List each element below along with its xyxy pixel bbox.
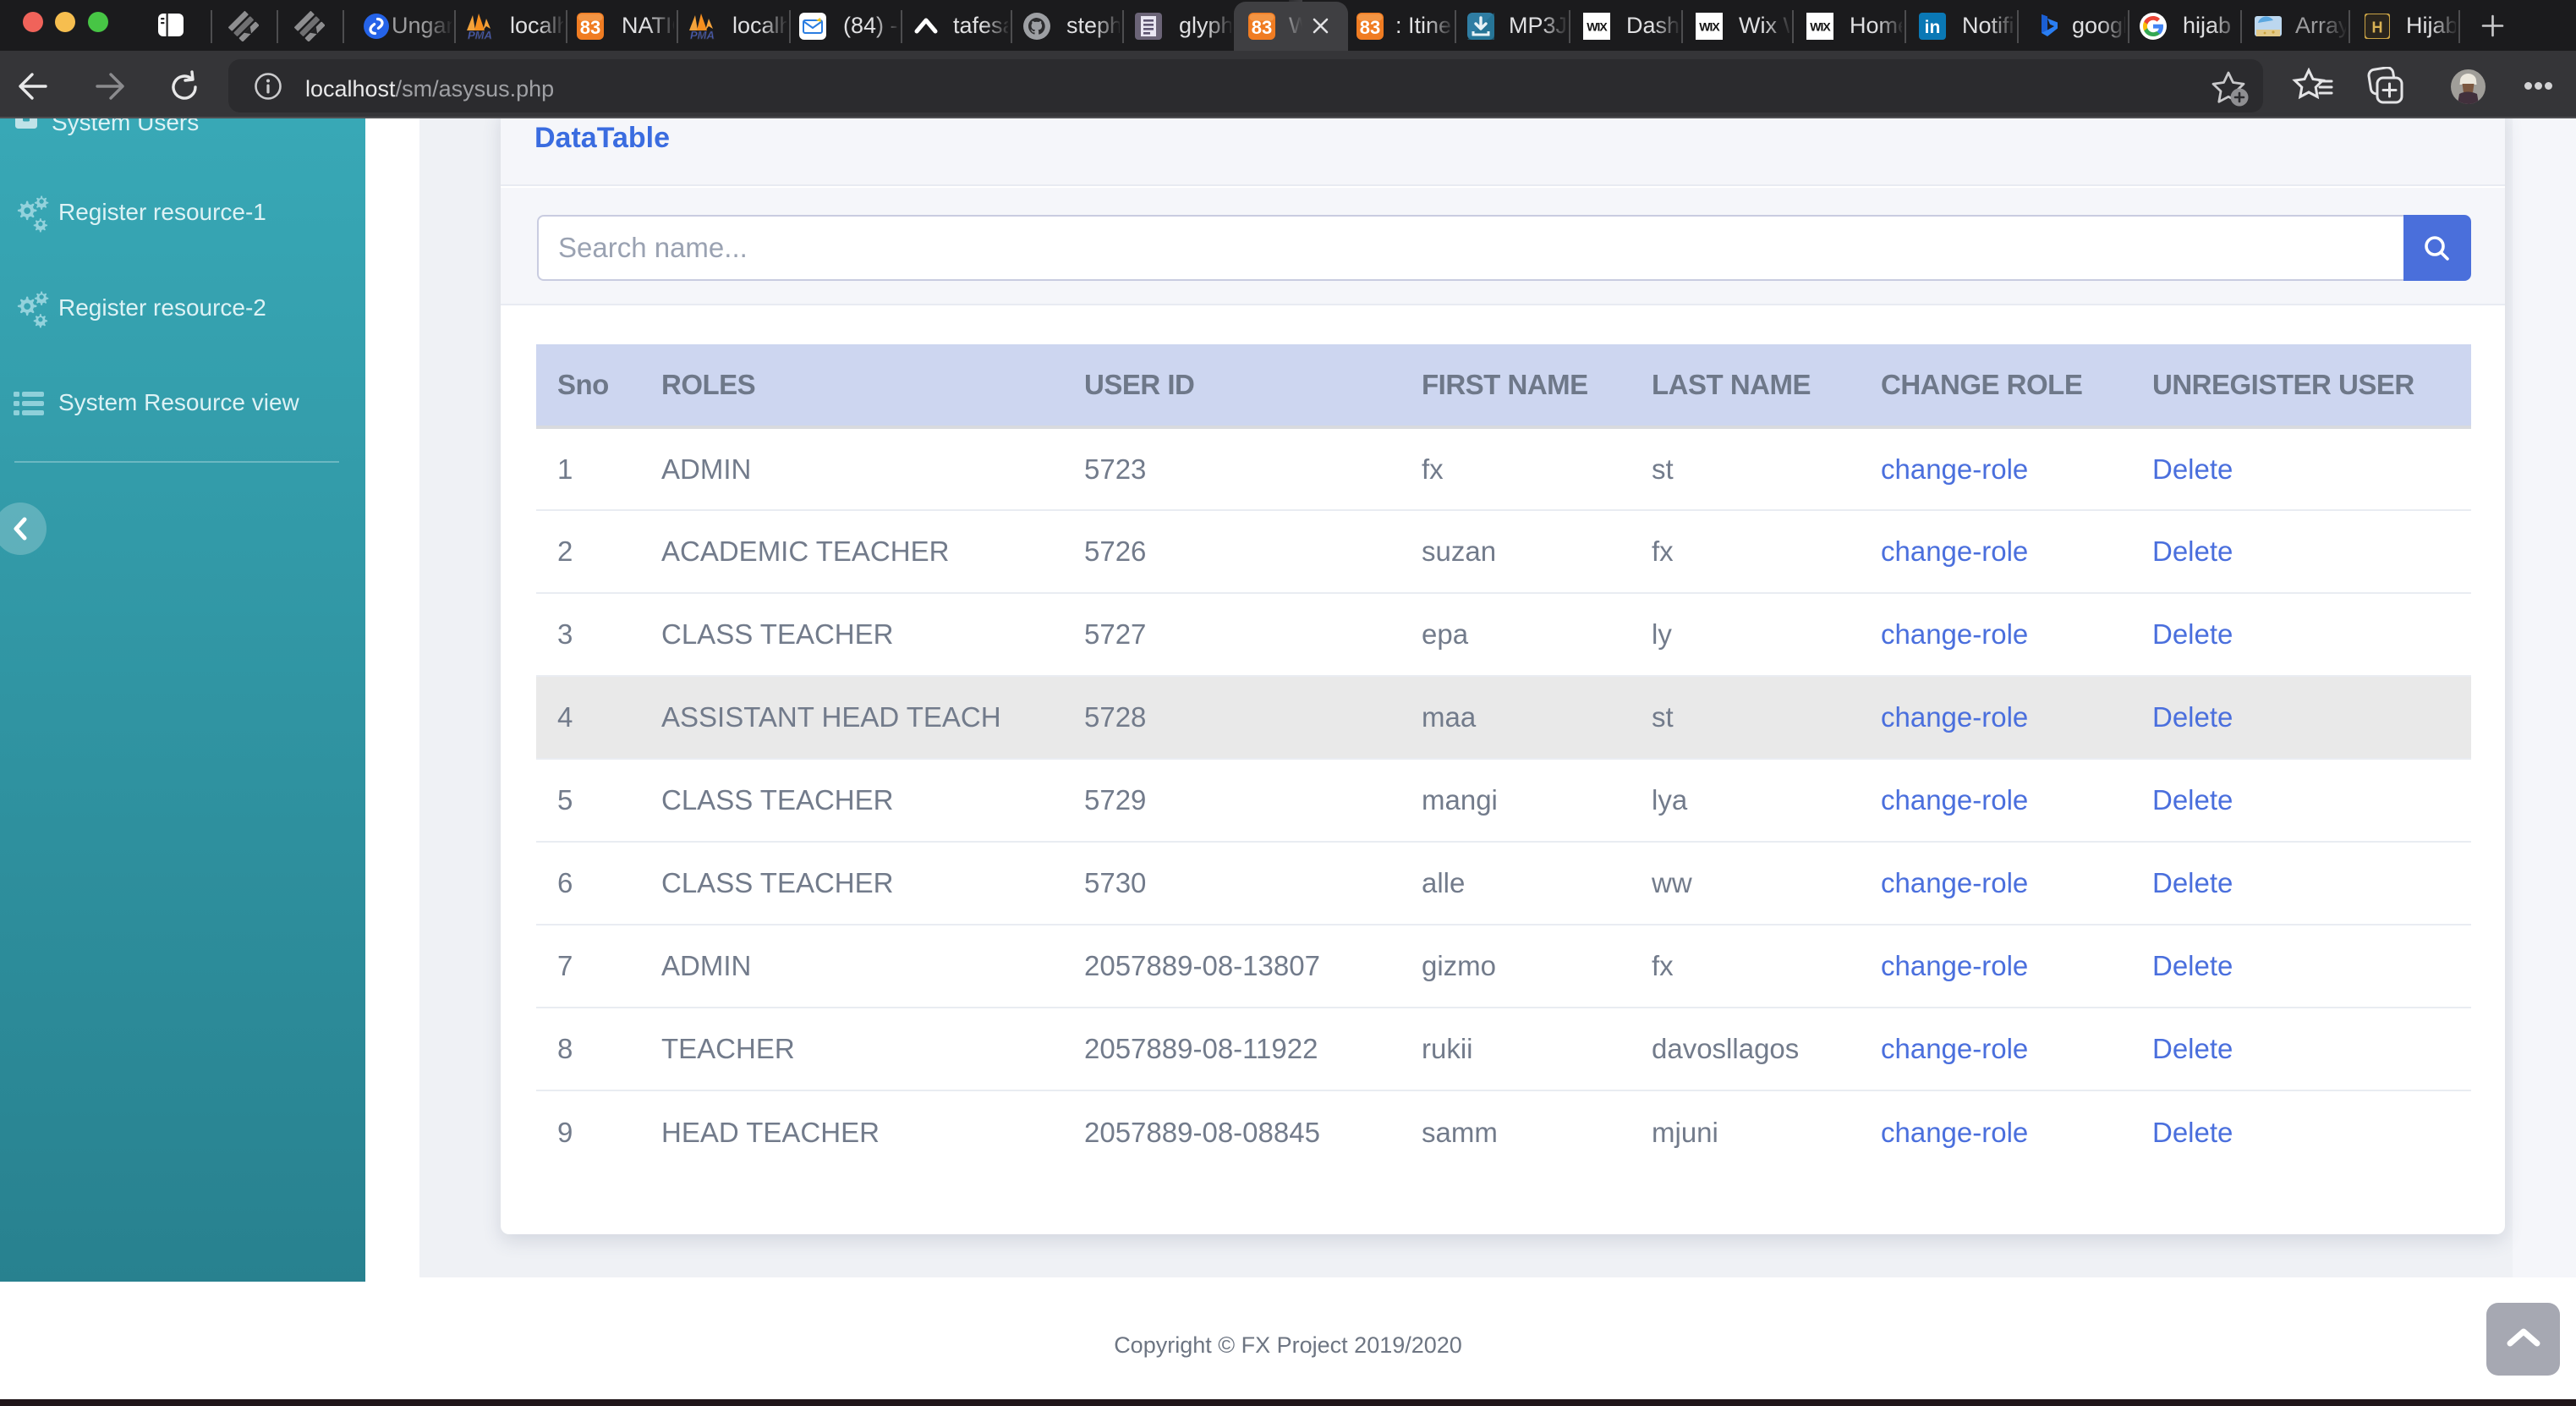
svg-text:PMA: PMA — [468, 29, 492, 41]
svg-text:83: 83 — [580, 17, 600, 38]
svg-text:WIX: WIX — [1699, 20, 1720, 34]
svg-text:83: 83 — [1252, 17, 1272, 38]
svg-text:PMA: PMA — [690, 29, 715, 41]
svg-text:83: 83 — [1360, 17, 1380, 38]
svg-text:H: H — [2372, 19, 2383, 36]
svg-text:WIX: WIX — [1587, 20, 1608, 34]
svg-text:in: in — [1925, 18, 1941, 37]
svg-text:WIX: WIX — [1810, 20, 1831, 34]
